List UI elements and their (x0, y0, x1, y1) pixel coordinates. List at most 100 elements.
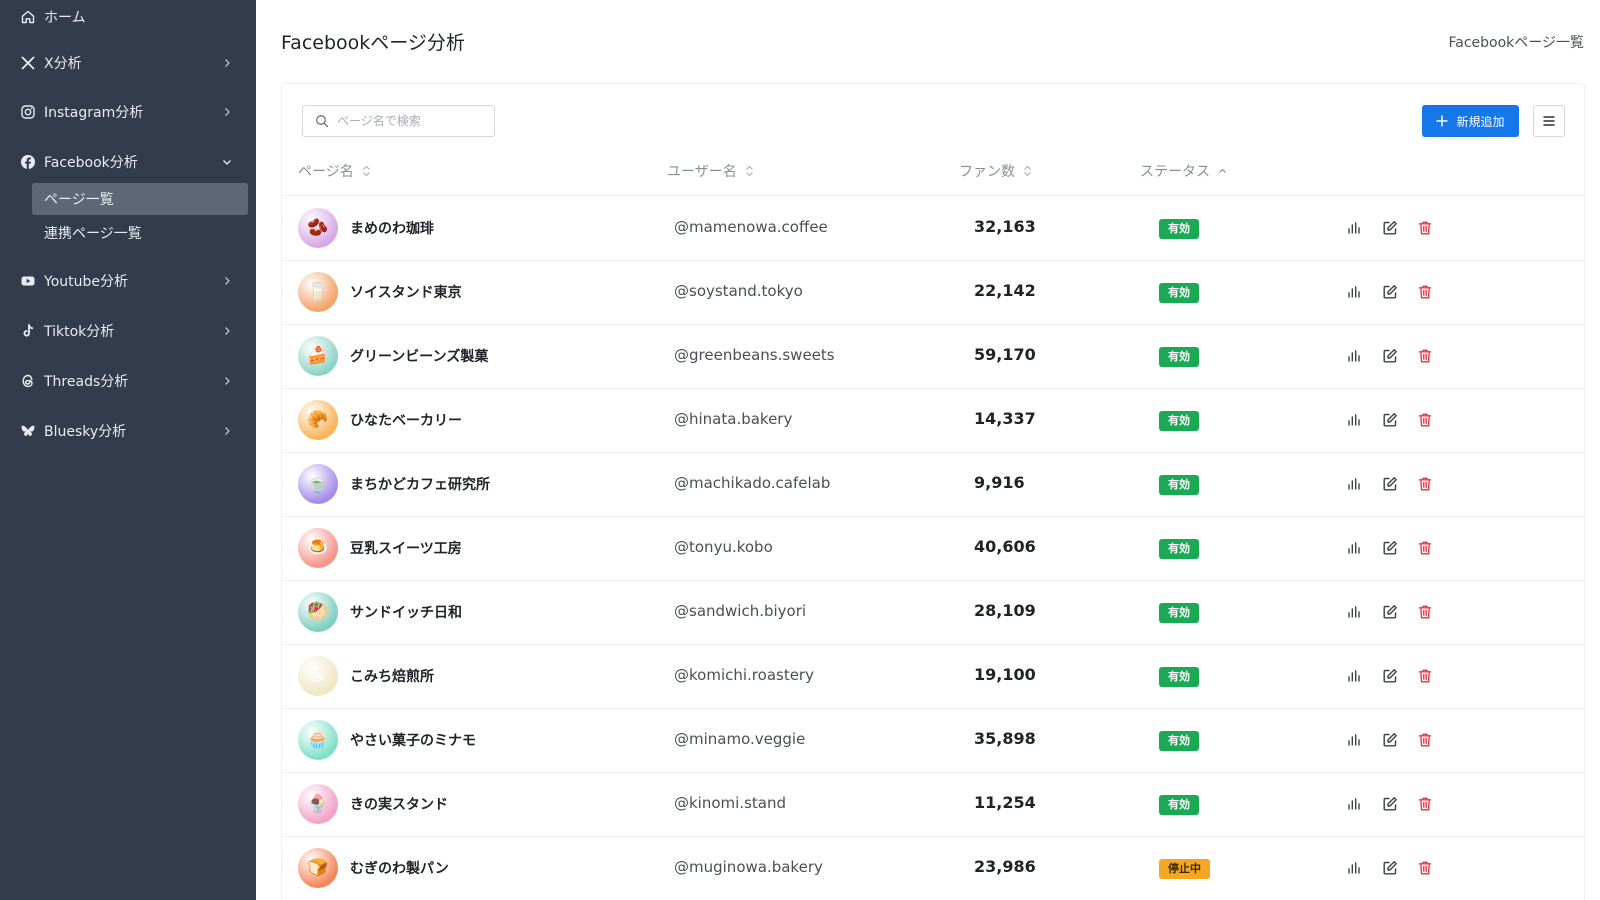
trash-button[interactable] (1415, 858, 1435, 878)
sidebar-item-youtube[interactable]: Youtube分析 (0, 264, 256, 298)
sidebar-item-tiktok[interactable]: Tiktok分析 (0, 314, 256, 348)
page-name-cell[interactable]: ひなたベーカリー (350, 410, 462, 430)
page-name-cell[interactable]: サンドイッチ日和 (350, 602, 462, 622)
fans-count-cell: 59,170 (974, 345, 1036, 364)
trash-button[interactable] (1415, 410, 1435, 430)
page-name-cell[interactable]: ソイスタンド東京 (350, 282, 462, 302)
trash-icon (1417, 348, 1433, 364)
edit-icon (1382, 732, 1398, 748)
trash-button[interactable] (1415, 730, 1435, 750)
trash-icon (1417, 668, 1433, 684)
bar-chart-button[interactable] (1344, 282, 1364, 302)
edit-icon (1382, 220, 1398, 236)
page-name-cell[interactable]: むぎのわ製パン (350, 858, 449, 878)
trash-icon (1417, 540, 1433, 556)
page-name-cell[interactable]: やさい菓子のミナモ (350, 730, 476, 750)
chevron-right-icon (220, 105, 234, 119)
bar-chart-button[interactable] (1344, 730, 1364, 750)
chevron-down-icon (220, 155, 234, 169)
trash-button[interactable] (1415, 538, 1435, 558)
edit-icon (1382, 604, 1398, 620)
bar-chart-button[interactable] (1344, 346, 1364, 366)
sort-icon (1023, 165, 1032, 177)
page-name-cell[interactable]: きの実スタンド (350, 794, 448, 814)
breadcrumb[interactable]: Facebookページ一覧 (1448, 32, 1584, 52)
column-header-page-name[interactable]: ページ名 (298, 161, 371, 181)
sidebar-subitem-linked-page-list[interactable]: 連携ページ一覧 (32, 217, 248, 249)
sidebar-item-home[interactable]: ホーム (0, 0, 256, 34)
sidebar-item-label: X分析 (44, 56, 82, 72)
bar-chart-icon (1346, 668, 1362, 684)
page-avatar: 🥛 (298, 272, 338, 312)
sidebar-item-bluesky[interactable]: Bluesky分析 (0, 414, 256, 448)
edit-button[interactable] (1380, 218, 1400, 238)
trash-button[interactable] (1415, 474, 1435, 494)
bar-chart-button[interactable] (1344, 666, 1364, 686)
sidebar-item-label: ホーム (44, 10, 86, 26)
sidebar-subitem-page-list[interactable]: ページ一覧 (32, 183, 248, 215)
edit-button[interactable] (1380, 474, 1400, 494)
trash-button[interactable] (1415, 602, 1435, 622)
page-name-cell[interactable]: まちかどカフェ研究所 (350, 474, 490, 494)
edit-button[interactable] (1380, 858, 1400, 878)
username-cell: @tonyu.kobo (674, 538, 773, 556)
page-avatar: 🥐 (298, 400, 338, 440)
status-badge: 有効 (1159, 603, 1199, 623)
edit-button[interactable] (1380, 794, 1400, 814)
search-icon (315, 114, 337, 128)
page-list-card: 新規追加 ページ名 ユーザー名 ファン数 ステータス 🫘 まめのわ珈琲 @mamen… (281, 83, 1585, 900)
edit-icon (1382, 476, 1398, 492)
sidebar-item-x[interactable]: X分析 (0, 46, 256, 80)
search-box[interactable] (302, 105, 495, 137)
edit-button[interactable] (1380, 346, 1400, 366)
trash-button[interactable] (1415, 666, 1435, 686)
page-name-cell[interactable]: まめのわ珈琲 (350, 218, 434, 238)
page-name-cell[interactable]: こみち焙煎所 (350, 666, 434, 686)
status-badge: 有効 (1159, 219, 1199, 239)
trash-icon (1417, 476, 1433, 492)
chevron-right-icon (220, 274, 234, 288)
bar-chart-button[interactable] (1344, 410, 1364, 430)
page-name-cell[interactable]: 豆乳スイーツ工房 (350, 538, 462, 558)
sidebar-item-threads[interactable]: Threads分析 (0, 364, 256, 398)
edit-button[interactable] (1380, 666, 1400, 686)
sidebar-item-facebook[interactable]: Facebook分析 (0, 145, 256, 179)
username-cell: @kinomi.stand (674, 794, 787, 812)
bar-chart-button[interactable] (1344, 218, 1364, 238)
bar-chart-button[interactable] (1344, 538, 1364, 558)
bar-chart-button[interactable] (1344, 858, 1364, 878)
bar-chart-button[interactable] (1344, 794, 1364, 814)
fans-count-cell: 19,100 (974, 665, 1036, 684)
table-row: 🫘 まめのわ珈琲 @mamenowa.coffee 32,163 有効 (282, 196, 1584, 261)
trash-button[interactable] (1415, 218, 1435, 238)
column-header-username[interactable]: ユーザー名 (667, 161, 754, 181)
table-row: 🥛 ソイスタンド東京 @soystand.tokyo 22,142 有効 (282, 260, 1584, 325)
trash-button[interactable] (1415, 346, 1435, 366)
add-new-button[interactable]: 新規追加 (1422, 105, 1519, 137)
edit-button[interactable] (1380, 602, 1400, 622)
edit-icon (1382, 860, 1398, 876)
edit-button[interactable] (1380, 410, 1400, 430)
table-row: 🥐 ひなたベーカリー @hinata.bakery 14,337 有効 (282, 388, 1584, 453)
bar-chart-button[interactable] (1344, 602, 1364, 622)
bar-chart-button[interactable] (1344, 474, 1364, 494)
page-name-cell[interactable]: グリーンビーンズ製菓 (350, 346, 488, 366)
edit-button[interactable] (1380, 730, 1400, 750)
bar-chart-icon (1346, 540, 1362, 556)
search-input[interactable] (337, 114, 487, 128)
column-header-label: ページ名 (298, 164, 354, 180)
trash-icon (1417, 412, 1433, 428)
bar-chart-icon (1346, 796, 1362, 812)
column-header-status[interactable]: ステータス (1140, 161, 1227, 181)
edit-button[interactable] (1380, 282, 1400, 302)
status-badge: 有効 (1159, 795, 1199, 815)
edit-button[interactable] (1380, 538, 1400, 558)
column-menu-button[interactable] (1533, 105, 1565, 137)
status-badge: 有効 (1159, 347, 1199, 367)
sidebar-subitem-label: 連携ページ一覧 (44, 226, 142, 242)
status-badge: 有効 (1159, 667, 1199, 687)
trash-button[interactable] (1415, 794, 1435, 814)
column-header-fans[interactable]: ファン数 (959, 161, 1032, 181)
trash-button[interactable] (1415, 282, 1435, 302)
sidebar-item-instagram[interactable]: Instagram分析 (0, 95, 256, 129)
